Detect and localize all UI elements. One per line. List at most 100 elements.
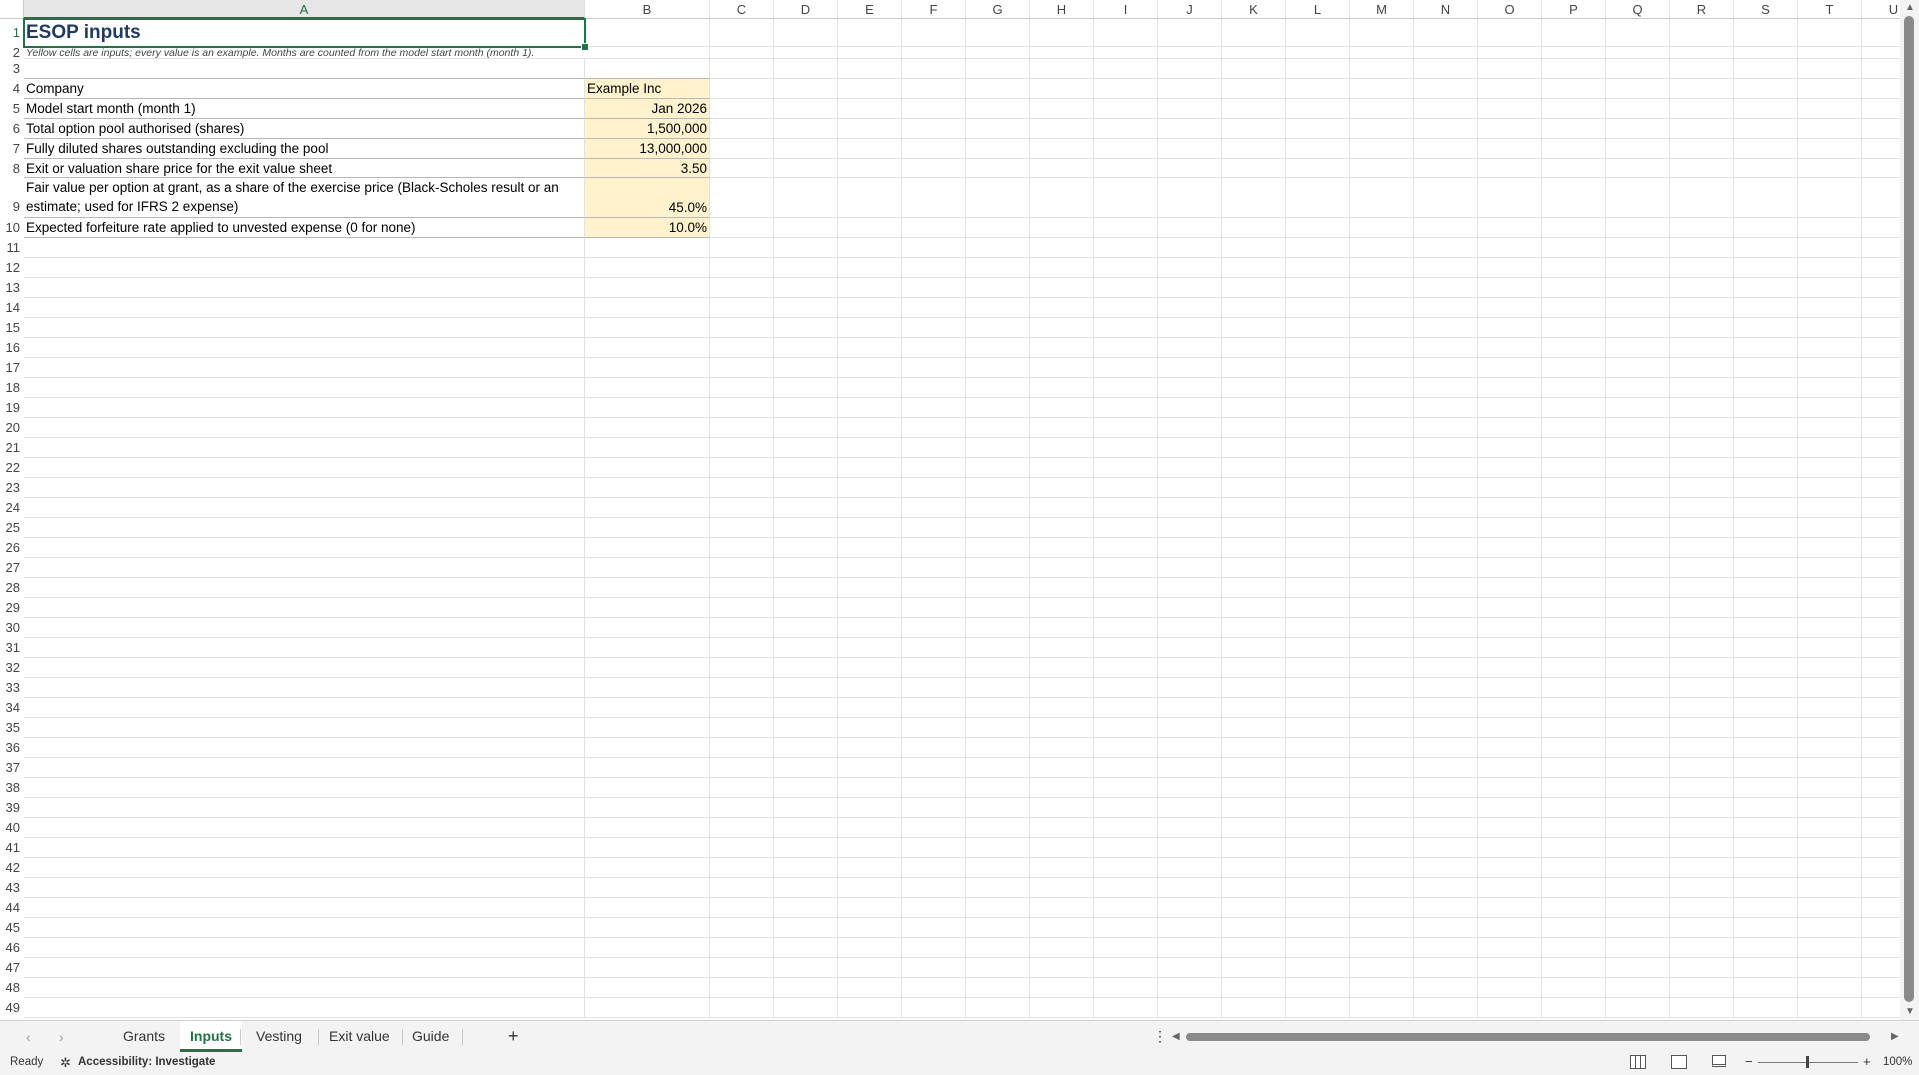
cell-b49[interactable] (585, 998, 710, 1018)
cell-t15[interactable] (1798, 318, 1862, 338)
cell-n25[interactable] (1414, 518, 1478, 538)
cell-d42[interactable] (774, 858, 838, 878)
cell-g33[interactable] (966, 678, 1030, 698)
cell-d21[interactable] (774, 438, 838, 458)
cell-r48[interactable] (1670, 978, 1734, 998)
cell-p37[interactable] (1542, 758, 1606, 778)
cell-h49[interactable] (1030, 998, 1094, 1018)
cell-c12[interactable] (710, 258, 774, 278)
cell-r23[interactable] (1670, 478, 1734, 498)
cell-q3[interactable] (1606, 59, 1670, 79)
cell-l26[interactable] (1286, 538, 1350, 558)
cell-q8[interactable] (1606, 159, 1670, 178)
cell-q25[interactable] (1606, 518, 1670, 538)
cell-t1[interactable] (1798, 19, 1862, 47)
cell-s1[interactable] (1734, 19, 1798, 47)
cell-c37[interactable] (710, 758, 774, 778)
cell-l43[interactable] (1286, 878, 1350, 898)
cell-s12[interactable] (1734, 258, 1798, 278)
cell-f19[interactable] (902, 398, 966, 418)
cell-b31[interactable] (585, 638, 710, 658)
cell-k46[interactable] (1222, 938, 1286, 958)
cell-a32[interactable] (24, 658, 585, 678)
accessibility-status[interactable]: Accessibility: Investigate (78, 1056, 215, 1068)
cell-m14[interactable] (1350, 298, 1414, 318)
cell-e15[interactable] (838, 318, 902, 338)
cell-c39[interactable] (710, 798, 774, 818)
cell-c16[interactable] (710, 338, 774, 358)
row-header[interactable]: 9 (0, 178, 24, 218)
cell-u10[interactable] (1862, 218, 1900, 238)
cell-r28[interactable] (1670, 578, 1734, 598)
cell-s34[interactable] (1734, 698, 1798, 718)
cell-m19[interactable] (1350, 398, 1414, 418)
cell-g6[interactable] (966, 119, 1030, 139)
cell-e32[interactable] (838, 658, 902, 678)
cell-o22[interactable] (1478, 458, 1542, 478)
cell-h23[interactable] (1030, 478, 1094, 498)
row-header[interactable]: 7 (0, 139, 24, 159)
row-header[interactable]: 15 (0, 318, 24, 338)
row-header[interactable]: 30 (0, 618, 24, 638)
cell-b3[interactable] (585, 59, 710, 79)
cell-g18[interactable] (966, 378, 1030, 398)
cell-n36[interactable] (1414, 738, 1478, 758)
cell-n26[interactable] (1414, 538, 1478, 558)
cell-l37[interactable] (1286, 758, 1350, 778)
cell-r3[interactable] (1670, 59, 1734, 79)
cell-b41[interactable] (585, 838, 710, 858)
cell-r14[interactable] (1670, 298, 1734, 318)
cell-p29[interactable] (1542, 598, 1606, 618)
cell-s32[interactable] (1734, 658, 1798, 678)
cell-k29[interactable] (1222, 598, 1286, 618)
column-header-n[interactable]: N (1414, 0, 1478, 19)
cell-o45[interactable] (1478, 918, 1542, 938)
cell-t20[interactable] (1798, 418, 1862, 438)
cell-u29[interactable] (1862, 598, 1900, 618)
cell-p16[interactable] (1542, 338, 1606, 358)
cell-e45[interactable] (838, 918, 902, 938)
cell-g30[interactable] (966, 618, 1030, 638)
cell-r44[interactable] (1670, 898, 1734, 918)
cell-r42[interactable] (1670, 858, 1734, 878)
cell-j34[interactable] (1158, 698, 1222, 718)
cell-h12[interactable] (1030, 258, 1094, 278)
cell-e44[interactable] (838, 898, 902, 918)
cell-c20[interactable] (710, 418, 774, 438)
cell-f47[interactable] (902, 958, 966, 978)
cell-r9[interactable] (1670, 178, 1734, 218)
cell-g48[interactable] (966, 978, 1030, 998)
cell-n46[interactable] (1414, 938, 1478, 958)
cell-d49[interactable] (774, 998, 838, 1018)
cell-d40[interactable] (774, 818, 838, 838)
cell-n23[interactable] (1414, 478, 1478, 498)
cell-s16[interactable] (1734, 338, 1798, 358)
cell-b18[interactable] (585, 378, 710, 398)
row-header[interactable]: 10 (0, 218, 24, 238)
cell-h33[interactable] (1030, 678, 1094, 698)
row-header[interactable]: 43 (0, 878, 24, 898)
cell-b39[interactable] (585, 798, 710, 818)
row-header[interactable]: 2 (0, 46, 24, 59)
cell-b35[interactable] (585, 718, 710, 738)
cell-s9[interactable] (1734, 178, 1798, 218)
cell-n43[interactable] (1414, 878, 1478, 898)
cell-p24[interactable] (1542, 498, 1606, 518)
cell-h46[interactable] (1030, 938, 1094, 958)
cell-q49[interactable] (1606, 998, 1670, 1018)
cell-l24[interactable] (1286, 498, 1350, 518)
cell-h42[interactable] (1030, 858, 1094, 878)
cell-d20[interactable] (774, 418, 838, 438)
cell-h24[interactable] (1030, 498, 1094, 518)
cell-m41[interactable] (1350, 838, 1414, 858)
cell-b11[interactable] (585, 238, 710, 258)
cell-u44[interactable] (1862, 898, 1900, 918)
cell-a12[interactable] (24, 258, 585, 278)
cell-o15[interactable] (1478, 318, 1542, 338)
cell-t44[interactable] (1798, 898, 1862, 918)
cell-c24[interactable] (710, 498, 774, 518)
sheet-note[interactable]: Yellow cells are inputs; every value is … (24, 47, 585, 59)
cell-k9[interactable] (1222, 178, 1286, 218)
cell-o28[interactable] (1478, 578, 1542, 598)
cell-e1[interactable] (838, 19, 902, 47)
